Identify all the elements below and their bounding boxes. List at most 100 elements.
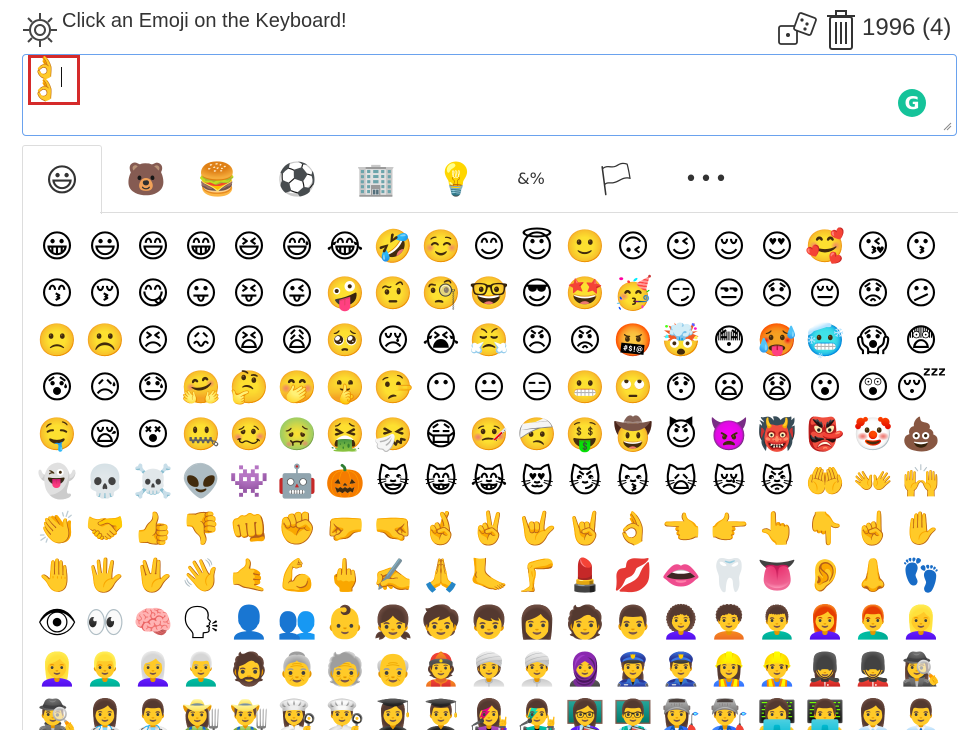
emoji-key[interactable]: 🙌: [897, 457, 945, 504]
emoji-key[interactable]: 👨‍⚕️: [129, 692, 177, 730]
emoji-key[interactable]: 🖐: [81, 551, 129, 598]
emoji-key[interactable]: 👨‍💼: [897, 692, 945, 730]
emoji-key[interactable]: 👹: [753, 410, 801, 457]
emoji-key[interactable]: 😣: [129, 316, 177, 363]
emoji-key[interactable]: ✋: [897, 504, 945, 551]
emoji-key[interactable]: 💀: [81, 457, 129, 504]
emoji-key[interactable]: 🤪: [321, 269, 369, 316]
tab-food[interactable]: 🍔: [178, 145, 256, 213]
emoji-key[interactable]: 😉: [657, 222, 705, 269]
emoji-key[interactable]: 👩‍🏫: [561, 692, 609, 730]
emoji-key[interactable]: 😆: [225, 222, 273, 269]
emoji-key[interactable]: 🤢: [273, 410, 321, 457]
emoji-key[interactable]: 👮‍♂️: [657, 645, 705, 692]
tab-travel[interactable]: 🏢: [337, 145, 415, 213]
emoji-key[interactable]: 🤘: [561, 504, 609, 551]
emoji-key[interactable]: 👩‍🍳: [273, 692, 321, 730]
emoji-key[interactable]: 🙁: [33, 316, 81, 363]
emoji-key[interactable]: 👃: [849, 551, 897, 598]
emoji-key[interactable]: 😩: [273, 316, 321, 363]
emoji-key[interactable]: 👈: [657, 504, 705, 551]
emoji-key[interactable]: 👮‍♀️: [609, 645, 657, 692]
emoji-key[interactable]: 🤬: [609, 316, 657, 363]
emoji-key[interactable]: 🕵️‍♀️: [897, 645, 945, 692]
emoji-key[interactable]: 👣: [897, 551, 945, 598]
emoji-key[interactable]: 👽: [177, 457, 225, 504]
emoji-key[interactable]: 😹: [465, 457, 513, 504]
emoji-key[interactable]: 😼: [561, 457, 609, 504]
emoji-key[interactable]: 🙂: [561, 222, 609, 269]
emoji-key[interactable]: 😓: [129, 363, 177, 410]
emoji-key[interactable]: 👌: [609, 504, 657, 551]
emoji-key[interactable]: 👩‍🌾: [177, 692, 225, 730]
emoji-key[interactable]: 👱‍♀️: [897, 598, 945, 645]
emoji-key[interactable]: 👩‍⚕️: [81, 692, 129, 730]
emoji-key[interactable]: 👇: [801, 504, 849, 551]
emoji-key[interactable]: 🧑‍🦱: [705, 598, 753, 645]
emoji-key[interactable]: 😑: [513, 363, 561, 410]
emoji-key[interactable]: 👳‍♂️: [513, 645, 561, 692]
emoji-key[interactable]: 👿: [705, 410, 753, 457]
emoji-key[interactable]: 😦: [705, 363, 753, 410]
resize-handle-icon[interactable]: [942, 121, 952, 131]
emoji-key[interactable]: 👂: [801, 551, 849, 598]
emoji-key[interactable]: 😕: [897, 269, 945, 316]
emoji-key[interactable]: 🖕: [321, 551, 369, 598]
emoji-key[interactable]: 😍: [753, 222, 801, 269]
emoji-key[interactable]: 👅: [753, 551, 801, 598]
emoji-key[interactable]: 👩‍🦱: [657, 598, 705, 645]
emoji-key[interactable]: 😎: [513, 269, 561, 316]
emoji-key[interactable]: 👨‍🦳: [177, 645, 225, 692]
emoji-key[interactable]: 👨‍🎓: [417, 692, 465, 730]
emoji-key[interactable]: 😁: [177, 222, 225, 269]
emoji-key[interactable]: ☠️: [129, 457, 177, 504]
emoji-key[interactable]: 🤫: [321, 363, 369, 410]
grammarly-icon[interactable]: G: [898, 89, 926, 117]
emoji-key[interactable]: 💪: [273, 551, 321, 598]
emoji-key[interactable]: 🤔: [225, 363, 273, 410]
emoji-key[interactable]: 🤚: [33, 551, 81, 598]
emoji-key[interactable]: 😬: [561, 363, 609, 410]
emoji-key[interactable]: 👱‍♀️: [33, 645, 81, 692]
emoji-key[interactable]: 👊: [225, 504, 273, 551]
trash-icon[interactable]: [826, 8, 856, 52]
emoji-key[interactable]: 🥴: [225, 410, 273, 457]
emoji-key[interactable]: 🧐: [417, 269, 465, 316]
emoji-key[interactable]: 👥: [273, 598, 321, 645]
emoji-key[interactable]: 👄: [657, 551, 705, 598]
emoji-key[interactable]: 🤧: [369, 410, 417, 457]
emoji-key[interactable]: 🕵️‍♂️: [33, 692, 81, 730]
emoji-key[interactable]: 👨‍💻: [801, 692, 849, 730]
emoji-key[interactable]: 🤒: [465, 410, 513, 457]
emoji-key[interactable]: 👨‍🦰: [849, 598, 897, 645]
emoji-key[interactable]: 👩‍🎤: [465, 692, 513, 730]
emoji-key[interactable]: 👩: [513, 598, 561, 645]
emoji-key[interactable]: 👩‍🏭: [657, 692, 705, 730]
emoji-key[interactable]: 👷‍♀️: [705, 645, 753, 692]
emoji-key[interactable]: 😇: [513, 222, 561, 269]
emoji-key[interactable]: 👷‍♂️: [753, 645, 801, 692]
emoji-key[interactable]: 😋: [129, 269, 177, 316]
emoji-key[interactable]: 🦵: [513, 551, 561, 598]
emoji-key[interactable]: 🧒: [417, 598, 465, 645]
tab-more[interactable]: •••: [668, 145, 746, 213]
emoji-key[interactable]: 🤯: [657, 316, 705, 363]
emoji-key[interactable]: 👳‍♀️: [465, 645, 513, 692]
emoji-key[interactable]: 🤕: [513, 410, 561, 457]
emoji-key[interactable]: 😰: [33, 363, 81, 410]
emoji-key[interactable]: 😧: [753, 363, 801, 410]
emoji-key[interactable]: 😃: [81, 222, 129, 269]
emoji-key[interactable]: 😵: [129, 410, 177, 457]
dice-icon[interactable]: [776, 12, 824, 50]
emoji-key[interactable]: 🥺: [321, 316, 369, 363]
emoji-key[interactable]: 😲: [849, 363, 897, 410]
emoji-key[interactable]: 😊: [465, 222, 513, 269]
emoji-key[interactable]: 🤣: [369, 222, 417, 269]
emoji-key[interactable]: ✊: [273, 504, 321, 551]
emoji-key[interactable]: 🤙: [225, 551, 273, 598]
emoji-key[interactable]: 😸: [417, 457, 465, 504]
emoji-key[interactable]: 🤝: [81, 504, 129, 551]
emoji-key[interactable]: 🤗: [177, 363, 225, 410]
tab-flags[interactable]: 🏳: [577, 145, 655, 213]
emoji-key[interactable]: 👨‍🦱: [753, 598, 801, 645]
